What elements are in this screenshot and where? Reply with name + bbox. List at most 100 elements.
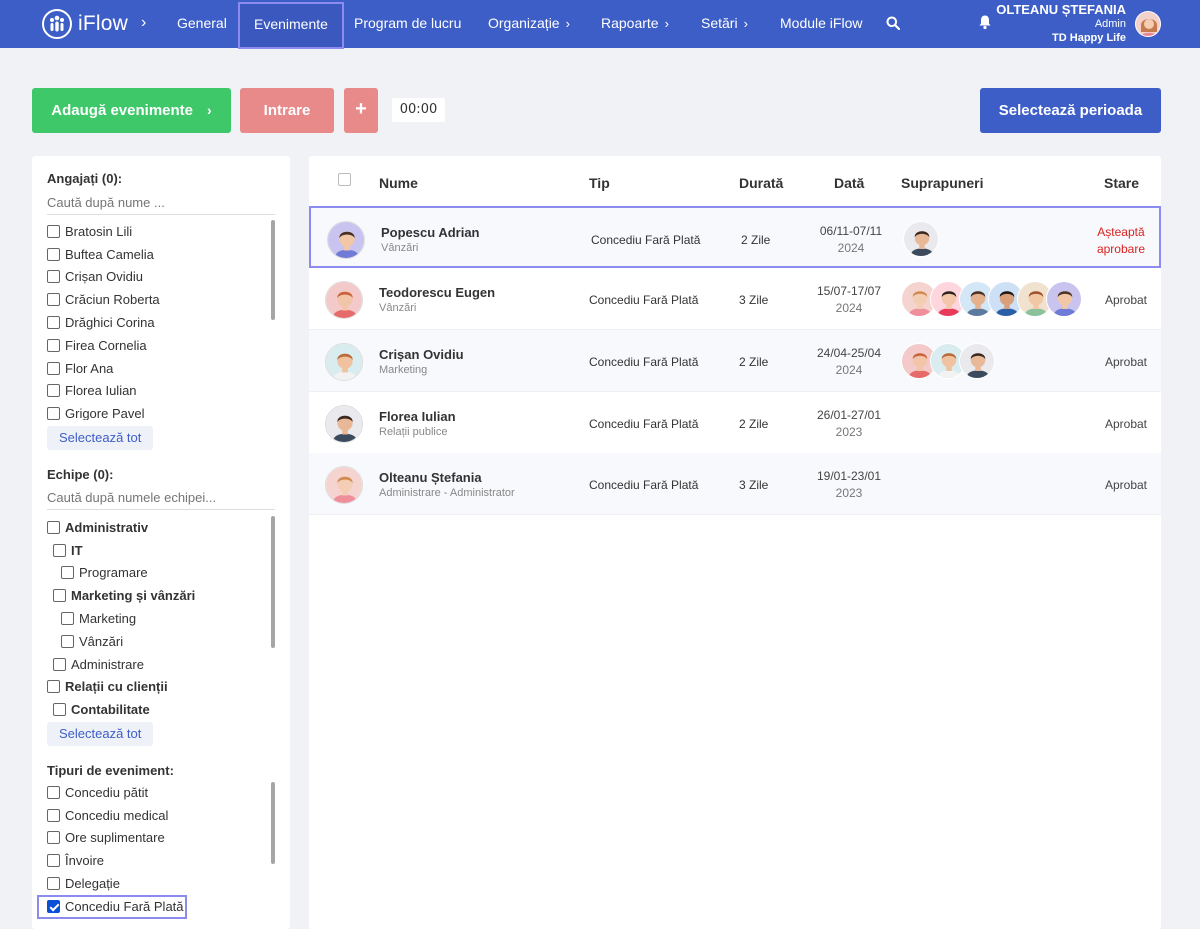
header-duration[interactable]: Durată [739,175,783,191]
employee-checkbox[interactable] [47,316,60,330]
employee-name[interactable]: Florea Iulian [379,409,456,424]
team-label: Marketing [79,611,137,627]
team-checkbox[interactable] [61,634,74,648]
employee-checkbox[interactable] [47,407,60,420]
nav-setari[interactable]: Setări › [687,0,762,48]
employee-name[interactable]: Teodorescu Eugen [379,285,495,300]
user-info[interactable]: OLTEANU ȘTEFANIA Admin TD Happy Life [996,2,1126,45]
header-date[interactable]: Dată [834,175,864,191]
employee-checkbox[interactable] [47,247,60,261]
nav-general[interactable]: General [163,0,241,48]
overlap-avatar[interactable] [1046,281,1082,317]
event-type-list-scrollbar[interactable] [271,782,275,864]
event-type-filter-item[interactable]: Delegație [47,872,277,895]
team-checkbox[interactable] [47,520,60,534]
header-type[interactable]: Tip [589,175,610,191]
table-row[interactable]: Popescu Adrian Vânzări Concediu Fară Pla… [309,206,1161,268]
employee-filter-item[interactable]: Firea Cornelia [47,334,277,357]
team-checkbox[interactable] [53,657,66,671]
event-type-filter-item[interactable]: Concediu Fară Plată [37,894,187,919]
search-icon[interactable] [886,16,900,30]
employee-filter-item[interactable]: Bratosin Lili [47,220,277,243]
employee-filter-item[interactable]: Buftea Camelia [47,243,277,266]
nav-organizatie[interactable]: Organizație › [474,0,584,48]
teams-title: Echipe (0): [47,467,114,482]
entry-button[interactable]: Intrare [240,88,334,133]
team-label: Contabilitate [71,702,150,716]
employee-name[interactable]: Olteanu Ștefania [379,470,482,485]
team-filter-item[interactable]: IT [47,539,277,562]
employee-checkbox[interactable] [47,338,60,352]
event-type-checkbox[interactable] [47,877,60,891]
team-filter-item[interactable]: Relații cu clienții [47,676,277,699]
employee-filter-item[interactable]: Grigore Pavel [47,402,277,420]
team-search-input[interactable] [47,486,275,510]
team-checkbox[interactable] [61,612,74,626]
event-type-checkbox[interactable] [47,831,60,845]
employee-filter-item[interactable]: Crăciun Roberta [47,288,277,311]
employee-checkbox[interactable] [47,224,60,238]
employee-filter-item[interactable]: Drăghici Corina [47,311,277,334]
event-type-checkbox[interactable] [47,900,60,914]
avatar [325,405,363,443]
team-filter-item[interactable]: Administrare [47,653,277,676]
select-period-button[interactable]: Selectează perioada [980,88,1161,133]
employee-label: Crișan Ovidiu [65,269,144,285]
team-checkbox[interactable] [53,703,66,716]
chevron-right-icon: › [664,16,669,31]
employee-checkbox[interactable] [47,361,60,375]
nav-program-de-lucru[interactable]: Program de lucru [340,0,475,48]
table-row[interactable]: Florea Iulian Relații publice Concediu F… [309,392,1161,454]
overlap-avatar[interactable] [903,221,939,257]
team-list-scrollbar[interactable] [271,516,275,648]
event-type-checkbox[interactable] [47,785,60,799]
table-row[interactable]: Teodorescu Eugen Vânzări Concediu Fară P… [309,268,1161,330]
event-type-checkbox[interactable] [47,854,60,868]
event-type-filter-item[interactable]: Concediu pătit [47,781,277,804]
team-checkbox[interactable] [47,680,60,694]
teams-select-all-button[interactable]: Selectează tot [47,722,154,746]
nav-module-iflow[interactable]: Module iFlow [766,0,876,48]
event-type-list: Concediu pătit Concediu medical Ore suplim… [37,781,277,923]
team-checkbox[interactable] [61,566,74,580]
team-filter-item[interactable]: Marketing [47,607,277,630]
event-type-checkbox[interactable] [47,808,60,822]
header-name[interactable]: Nume [379,175,418,191]
team-checkbox[interactable] [53,543,66,557]
team-filter-item[interactable]: Vânzări [47,630,277,653]
team-label: Marketing și vânzări [71,588,196,604]
team-filter-item[interactable]: Marketing și vânzări [47,584,277,607]
nav-evenimente[interactable]: Evenimente [238,2,344,49]
employees-select-all-button[interactable]: Selectează tot [47,426,154,450]
bell-icon[interactable] [978,14,992,30]
avatar [325,466,363,504]
iflow-logo[interactable]: iFlow [42,9,128,39]
employee-checkbox[interactable] [47,384,60,398]
team-checkbox[interactable] [53,589,66,603]
user-avatar[interactable] [1135,11,1161,37]
employee-checkbox[interactable] [47,293,60,307]
add-events-button[interactable]: Adaugă evenimente › [32,88,231,133]
employee-name[interactable]: Popescu Adrian [381,225,479,240]
select-all-checkbox[interactable] [338,173,351,186]
employee-checkbox[interactable] [47,270,60,284]
employee-search-input[interactable] [47,191,275,215]
employee-filter-item[interactable]: Florea Iulian [47,380,277,403]
employee-filter-item[interactable]: Flor Ana [47,357,277,380]
employee-list-scrollbar[interactable] [271,220,275,320]
event-type-filter-item[interactable]: Învoire [47,849,277,872]
table-row[interactable]: Olteanu Ștefania Administrare - Administ… [309,453,1161,515]
plus-button[interactable]: + [344,88,378,133]
event-type-filter-item[interactable]: Concediu medical [47,804,277,827]
table-row[interactable]: Crișan Ovidiu Marketing Concediu Fară Pl… [309,330,1161,392]
overlap-avatar[interactable] [959,343,995,379]
chevron-right-icon[interactable]: › [141,14,146,32]
employee-filter-item[interactable]: Crișan Ovidiu [47,266,277,289]
event-type-filter-item[interactable]: Ore suplimentare [47,827,277,850]
team-filter-item[interactable]: Programare [47,562,277,585]
team-filter-item[interactable]: Administrativ [47,516,277,539]
team-filter-item[interactable]: Contabilitate [47,698,277,716]
nav-rapoarte[interactable]: Rapoarte › [587,0,683,48]
header-status[interactable]: Stare [1104,175,1139,191]
employee-name[interactable]: Crișan Ovidiu [379,347,464,362]
